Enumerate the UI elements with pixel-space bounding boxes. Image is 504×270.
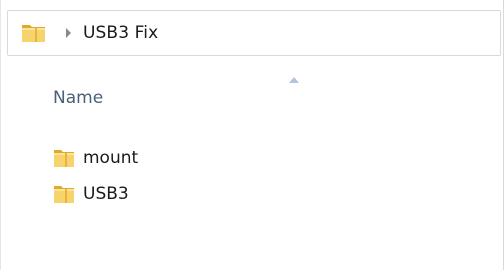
list-item[interactable]: USB3 [53,176,138,212]
breadcrumb-chevron-icon[interactable] [63,26,73,40]
column-header-name[interactable]: Name [53,88,103,108]
folder-icon [53,184,75,204]
list-item-label: mount [83,148,139,168]
file-list: mount USB3 [53,140,138,212]
list-item[interactable]: mount [53,140,138,176]
address-bar[interactable]: USB3 Fix [7,10,501,56]
folder-icon [21,22,47,44]
sort-ascending-icon [288,69,300,83]
explorer-window: USB3 Fix Name mount USB3 [0,0,504,270]
list-item-label: USB3 [83,184,129,204]
breadcrumb-item[interactable]: USB3 Fix [83,23,158,43]
folder-icon [53,148,75,168]
